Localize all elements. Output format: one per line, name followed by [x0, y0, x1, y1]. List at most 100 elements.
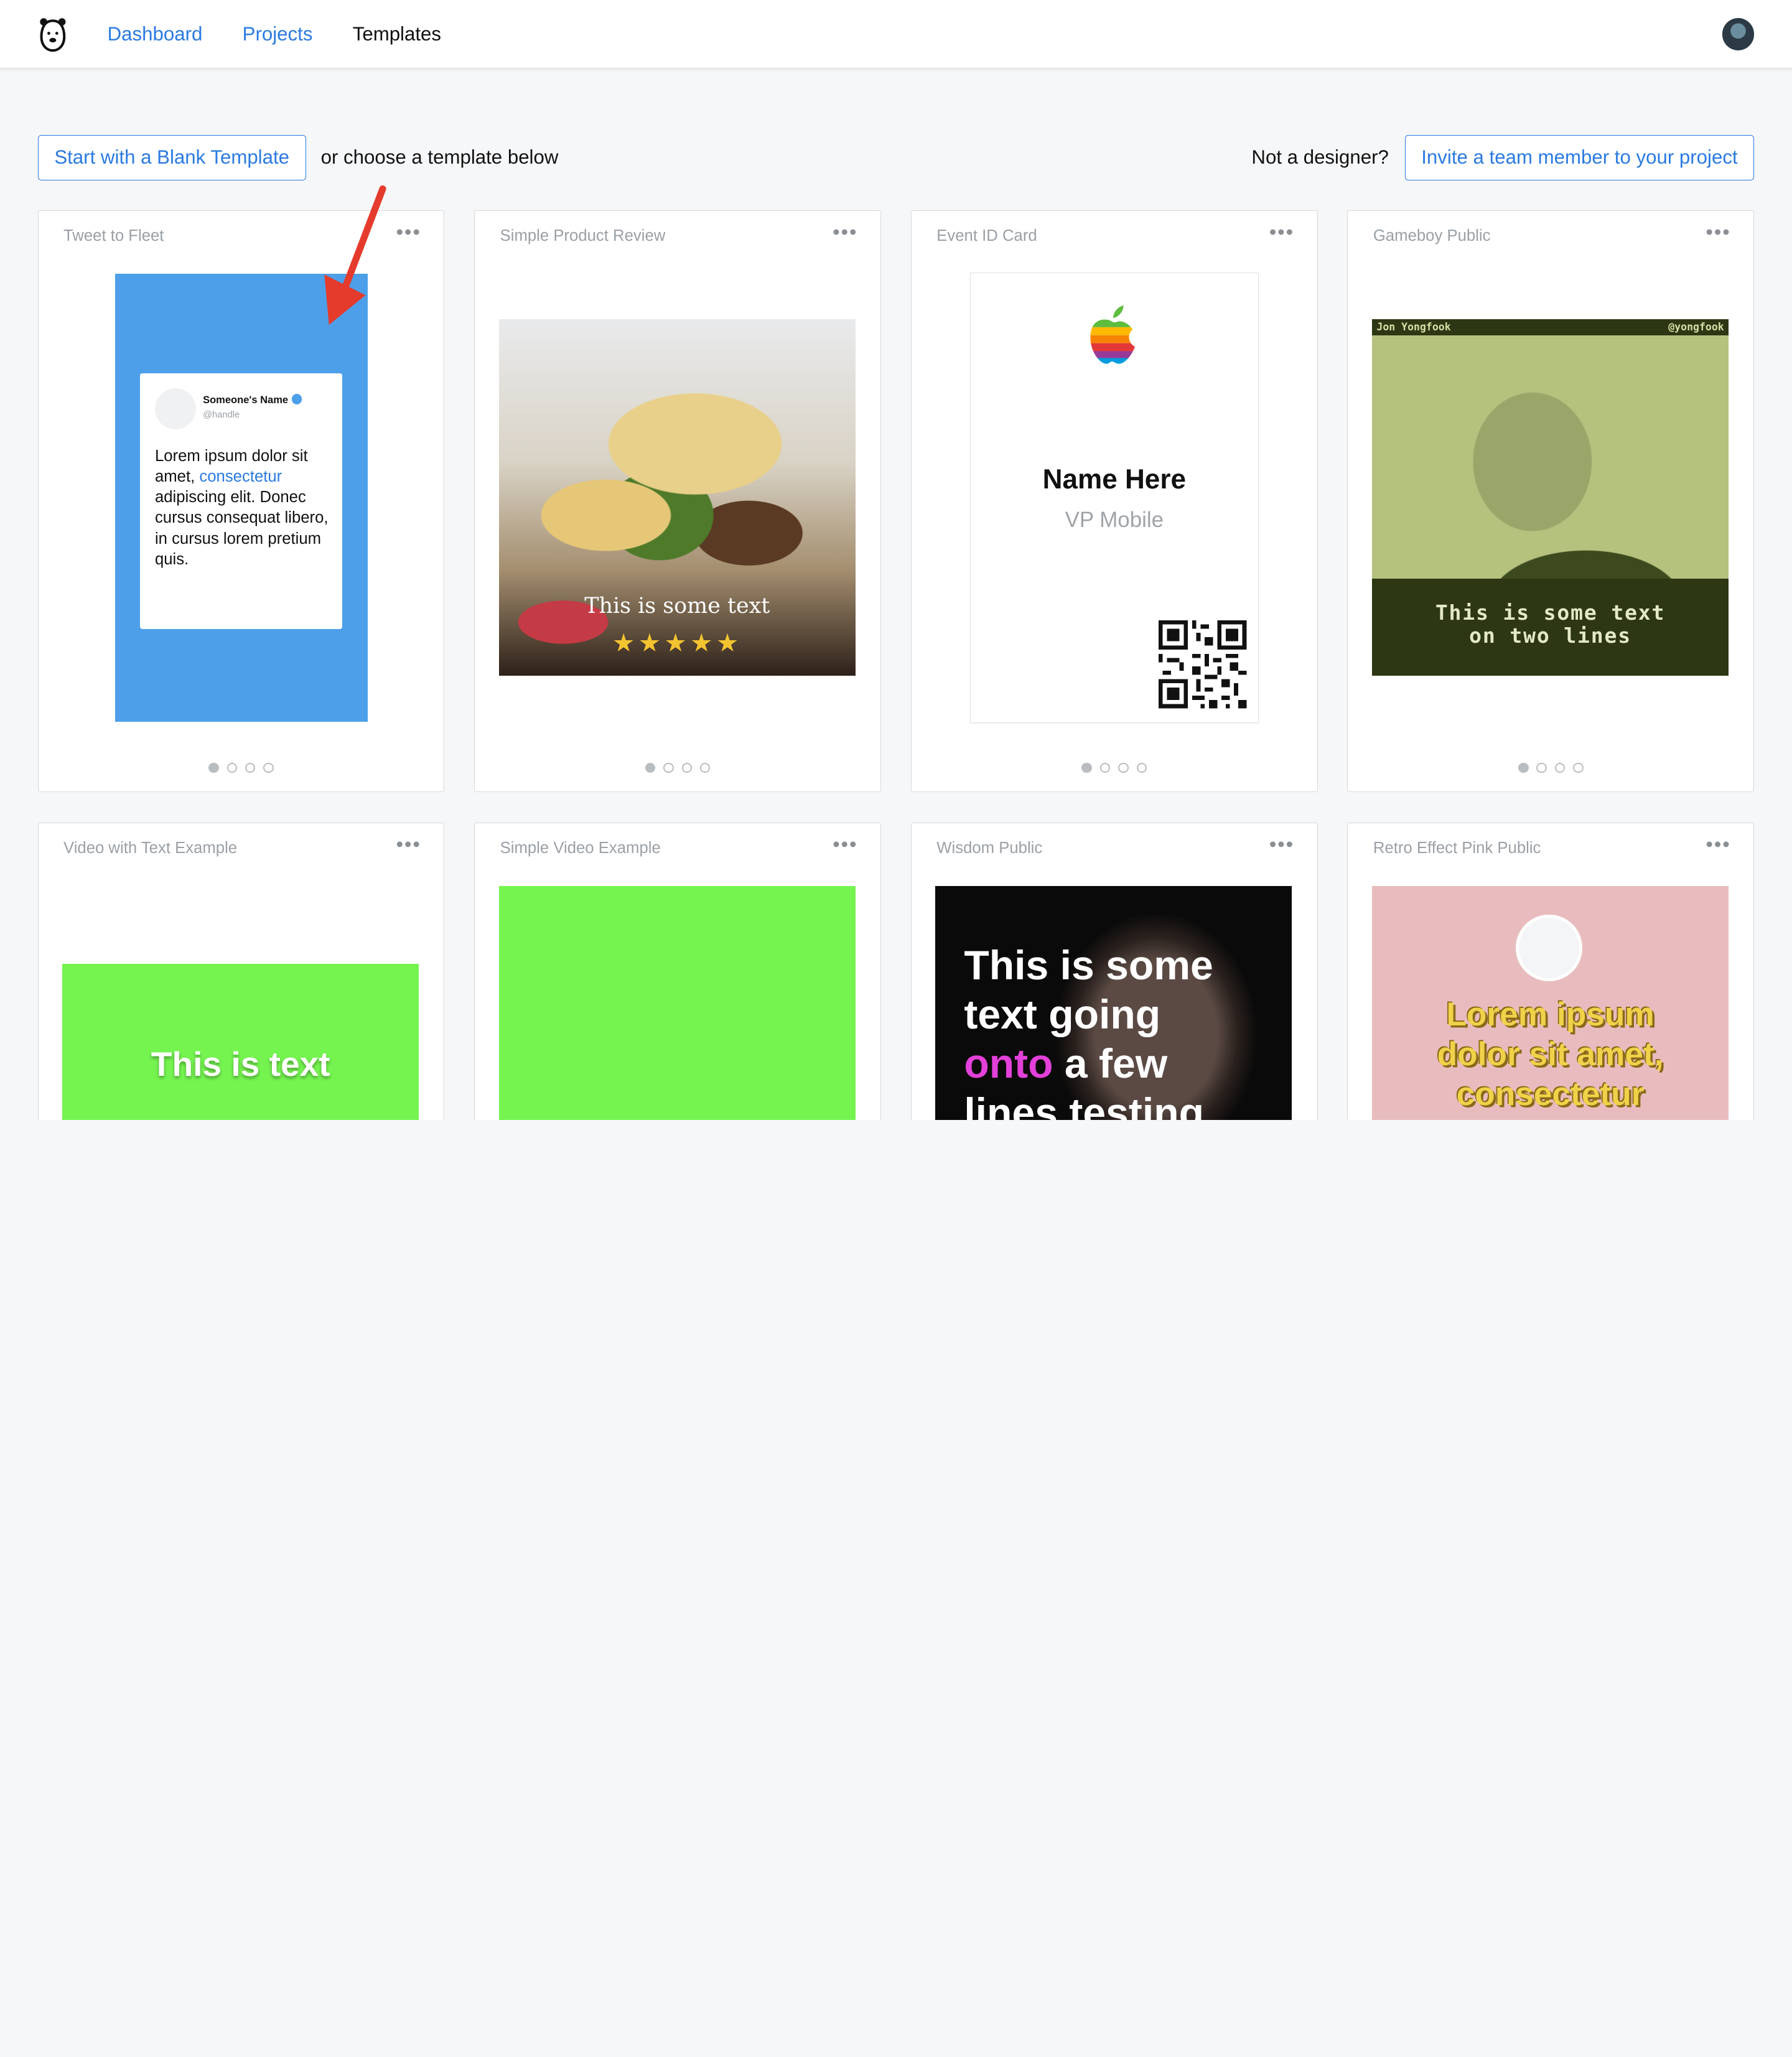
pagination-dot[interactable]	[208, 762, 219, 773]
wisdom-line: text going	[964, 991, 1161, 1038]
pagination-dot[interactable]	[1099, 762, 1111, 773]
main-nav: Dashboard Projects Templates	[108, 0, 441, 68]
retro-avatar	[1516, 915, 1582, 981]
template-card-simple-video[interactable]: Simple Video Example •••	[474, 823, 882, 1120]
start-blank-template-button[interactable]: Start with a Blank Template	[37, 134, 306, 181]
pagination-dot[interactable]	[645, 762, 656, 773]
template-card-gameboy-public[interactable]: Gameboy Public ••• Jon Yongfook @yongfoo…	[1347, 210, 1755, 792]
template-card-retro-effect-pink[interactable]: Retro Effect Pink Public ••• Lorem ipsum…	[1347, 823, 1755, 1120]
more-options-icon[interactable]: •••	[1706, 834, 1730, 855]
not-designer-text: Not a designer?	[1251, 146, 1389, 169]
more-options-icon[interactable]: •••	[833, 834, 857, 855]
more-options-icon[interactable]: •••	[833, 222, 857, 243]
gameboy-header: Jon Yongfook @yongfook	[1372, 319, 1729, 336]
template-card-event-id-card[interactable]: Event ID Card ••• Name Here VP Mobile	[910, 210, 1318, 792]
tweet-author-name-text: Someone's Name	[203, 393, 289, 406]
template-preview: Jon Yongfook @yongfook This is some text…	[1372, 319, 1729, 676]
retro-line: consectetur	[1456, 1076, 1645, 1113]
template-card-wisdom-public[interactable]: Wisdom Public ••• This is some text goin…	[910, 823, 1318, 1120]
tweet-handle: @handle	[203, 409, 240, 420]
pagination-dot[interactable]	[681, 762, 693, 773]
star-rating-icon: ★★★★★	[612, 628, 742, 658]
tweet-avatar	[154, 388, 197, 429]
template-title: Video with Text Example	[63, 839, 238, 857]
wisdom-highlight: onto	[964, 1040, 1053, 1087]
gameboy-author: Jon Yongfook	[1376, 321, 1451, 334]
template-title: Wisdom Public	[936, 839, 1043, 857]
tweet-body-text-end: adipiscing elit. Donec cursus consequat …	[154, 488, 329, 568]
template-card-tweet-to-fleet[interactable]: Tweet to Fleet ••• Someone's Name @handl…	[37, 210, 445, 792]
template-title: Retro Effect Pink Public	[1373, 839, 1541, 857]
template-title: Tweet to Fleet	[63, 226, 164, 245]
wisdom-line: This is some	[964, 942, 1213, 989]
template-title: Simple Product Review	[500, 226, 666, 245]
gameboy-handle: @yongfook	[1668, 321, 1724, 334]
apple-logo-icon	[1090, 305, 1135, 364]
top-navigation-bar: Dashboard Projects Templates	[0, 0, 1792, 69]
wisdom-line: lines testing	[964, 1089, 1205, 1120]
template-preview	[498, 886, 856, 1120]
verified-badge-icon	[291, 394, 302, 404]
nav-projects[interactable]: Projects	[243, 23, 313, 45]
templates-page: Dashboard Projects Templates Start with …	[0, 0, 1792, 1120]
badge-name: Name Here	[1042, 464, 1186, 495]
invite-team-member-button[interactable]: Invite a team member to your project	[1404, 134, 1755, 181]
pagination-dot[interactable]	[1518, 762, 1529, 773]
preview-pagination	[1348, 762, 1753, 773]
review-caption: This is some text	[584, 594, 770, 619]
pagination-dot[interactable]	[1136, 762, 1147, 773]
pagination-dot[interactable]	[1118, 762, 1129, 773]
template-preview: This is some text going onto a few lines…	[935, 886, 1292, 1120]
preview-pagination	[475, 762, 880, 773]
pagination-dot[interactable]	[1081, 762, 1092, 773]
preview-pagination	[912, 762, 1317, 773]
template-title: Event ID Card	[936, 226, 1037, 245]
more-options-icon[interactable]: •••	[396, 222, 421, 243]
tweet-author-name: Someone's Name	[203, 394, 302, 406]
template-card-simple-product-review[interactable]: Simple Product Review ••• This is some t…	[474, 210, 882, 792]
pagination-dot[interactable]	[226, 762, 238, 773]
pagination-dot[interactable]	[663, 762, 674, 773]
pagination-dot[interactable]	[245, 762, 256, 773]
gameboy-caption-line: This is some text	[1435, 600, 1666, 625]
more-options-icon[interactable]: •••	[1269, 834, 1294, 855]
wisdom-line-rest: a few	[1053, 1040, 1168, 1087]
bear-logo-icon[interactable]	[38, 16, 68, 53]
template-preview: Lorem ipsum dolor sit amet, consectetur …	[1372, 886, 1729, 1120]
template-actions: Start with a Blank Template or choose a …	[37, 134, 1755, 181]
template-title: Simple Video Example	[500, 839, 661, 857]
pagination-dot[interactable]	[1536, 762, 1547, 773]
template-preview: This is some text ★★★★★	[498, 319, 856, 676]
retro-line: dolor sit amet,	[1437, 1036, 1664, 1073]
template-preview: Name Here VP Mobile	[969, 273, 1259, 723]
wisdom-line: onto a few	[964, 1040, 1213, 1089]
nav-dashboard[interactable]: Dashboard	[108, 23, 203, 45]
tweet-body-link: consectetur	[199, 468, 282, 486]
retro-line: Lorem ipsum	[1446, 996, 1654, 1033]
template-card-video-with-text[interactable]: Video with Text Example ••• This is text	[37, 823, 445, 1120]
nav-templates[interactable]: Templates	[353, 23, 441, 45]
gameboy-caption-line: on two lines	[1469, 623, 1631, 648]
tweet-body: Lorem ipsum dolor sit amet, consectetur …	[155, 446, 332, 569]
template-preview: This is text	[62, 964, 419, 1120]
template-preview: Someone's Name @handle Lorem ipsum dolor…	[114, 273, 368, 722]
gameboy-caption: This is some text on two lines	[1372, 579, 1729, 676]
tweet-card: Someone's Name @handle Lorem ipsum dolor…	[140, 373, 343, 630]
pagination-dot[interactable]	[1573, 762, 1584, 773]
more-options-icon[interactable]: •••	[396, 834, 421, 855]
retro-text: Lorem ipsum dolor sit amet, consectetur …	[1372, 995, 1729, 1120]
choose-template-hint: or choose a template below	[320, 146, 559, 169]
badge-role: VP Mobile	[1065, 507, 1164, 532]
qr-code-icon	[1159, 620, 1247, 709]
template-title: Gameboy Public	[1373, 226, 1491, 245]
retro-line: adipiscing elit	[1372, 1115, 1729, 1120]
wisdom-quote: This is some text going onto a few lines…	[964, 941, 1213, 1120]
video-caption: This is text	[151, 1044, 330, 1083]
pagination-dot[interactable]	[1554, 762, 1566, 773]
pagination-dot[interactable]	[699, 762, 711, 773]
pagination-dot[interactable]	[263, 762, 274, 773]
preview-pagination	[39, 762, 444, 773]
user-avatar[interactable]	[1722, 18, 1755, 50]
more-options-icon[interactable]: •••	[1706, 222, 1730, 243]
more-options-icon[interactable]: •••	[1269, 222, 1294, 243]
